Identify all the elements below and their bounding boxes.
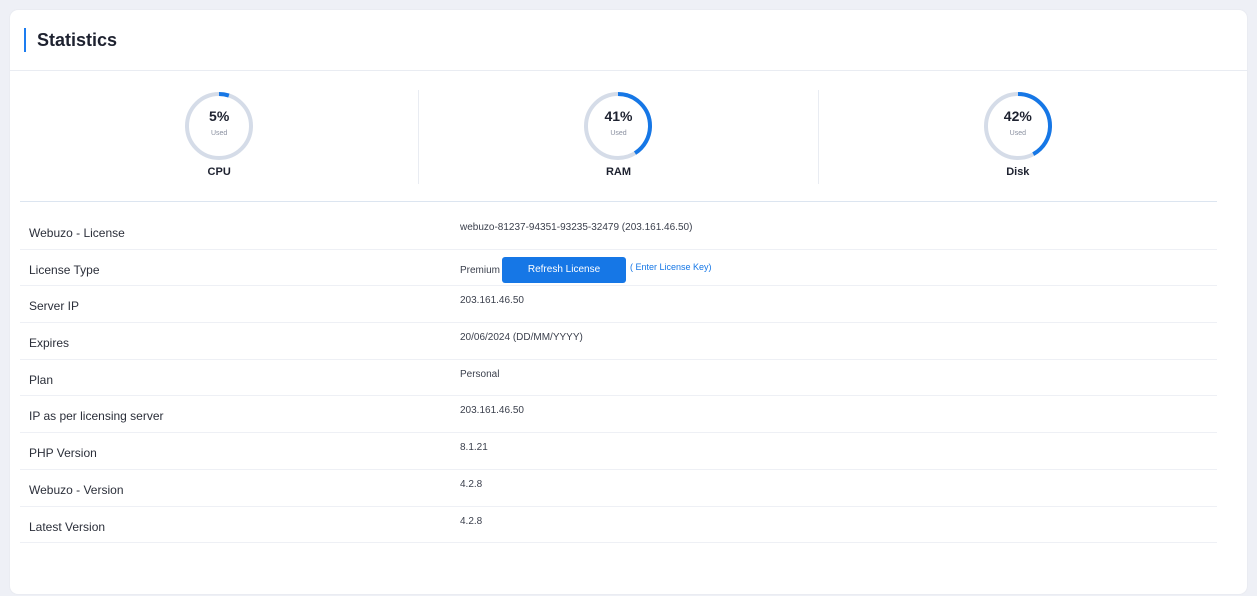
ram-value: 41%: [604, 108, 633, 124]
cpu-value: 5%: [209, 108, 230, 124]
webuzo-version-label: Webuzo - Version: [29, 482, 124, 497]
disk-value: 42%: [1003, 108, 1032, 124]
server-ip-value: 203.161.46.50: [460, 295, 524, 307]
table-row-php-version: PHP Version 8.1.21: [20, 433, 1217, 470]
title-accent-bar: [24, 28, 26, 52]
table-row-expires: Expires 20/06/2024 (DD/MM/YYYY): [20, 323, 1217, 360]
table-row-license: Webuzo - License webuzo-81237-94351-9323…: [20, 213, 1217, 250]
expires-value: 20/06/2024 (DD/MM/YYYY): [460, 332, 583, 344]
disk-gauge-ring: 42% Used: [982, 90, 1054, 162]
php-version-value: 8.1.21: [460, 442, 488, 454]
usage-gauges: 5% Used CPU 41% Used RAM 42% Used Disk: [20, 90, 1217, 184]
license-value: webuzo-81237-94351-93235-32479 (203.161.…: [460, 222, 693, 233]
cpu-label: CPU: [207, 166, 231, 178]
enter-license-key-link[interactable]: ( Enter License Key): [630, 262, 712, 272]
cpu-gauge-svg: [185, 92, 254, 160]
licensing-ip-value: 203.161.46.50: [460, 405, 524, 417]
license-type-label: License Type: [29, 262, 100, 277]
ram-gauge-svg: [584, 92, 653, 160]
table-row-plan: Plan Personal: [20, 360, 1217, 397]
license-info-table: Webuzo - License webuzo-81237-94351-9323…: [20, 213, 1217, 544]
expires-label: Expires: [29, 336, 70, 351]
cpu-gauge-ring: 5% Used: [183, 90, 255, 162]
license-type-value-cell: Premium Refresh License ( Enter License …: [460, 250, 1217, 286]
license-label: Webuzo - License: [29, 226, 125, 240]
table-row-license-type: License Type Premium Refresh License ( E…: [20, 250, 1217, 287]
server-ip-label: Server IP: [29, 299, 80, 314]
gauge-track: [185, 92, 254, 160]
ram-used-caption: Used: [610, 130, 627, 137]
refresh-license-button[interactable]: Refresh License: [502, 256, 627, 283]
table-row-server-ip: Server IP 203.161.46.50: [20, 286, 1217, 324]
latest-version-label: Latest Version: [29, 519, 106, 534]
ram-gauge-ring: 41% Used: [582, 90, 654, 162]
disk-label: Disk: [1006, 166, 1030, 178]
section-divider: [20, 201, 1217, 202]
card-header: Statistics: [10, 10, 1247, 71]
webuzo-version-value: 4.2.8: [460, 478, 483, 490]
latest-version-value: 4.2.8: [460, 515, 483, 527]
plan-label: Plan: [29, 372, 54, 387]
php-version-label: PHP Version: [29, 446, 97, 461]
cpu-used-caption: Used: [210, 130, 228, 137]
disk-used-caption: Used: [1009, 130, 1026, 137]
gauge-cpu: 5% Used CPU: [20, 90, 420, 184]
table-row-latest-version: Latest Version 4.2.8: [20, 507, 1217, 544]
page-title: Statistics: [37, 29, 118, 50]
gauge-ram: 41% Used RAM: [419, 90, 819, 184]
license-type-value: Premium: [460, 264, 501, 276]
table-row-licensing-ip: IP as per licensing server 203.161.46.50: [20, 396, 1217, 434]
plan-value: Personal: [460, 368, 500, 380]
disk-gauge-svg: [983, 92, 1052, 160]
licensing-ip-label: IP as per licensing server: [29, 409, 164, 424]
ram-label: RAM: [605, 166, 632, 178]
gauge-disk: 42% Used Disk: [819, 90, 1217, 184]
table-row-webuzo-version: Webuzo - Version 4.2.8: [20, 470, 1217, 507]
